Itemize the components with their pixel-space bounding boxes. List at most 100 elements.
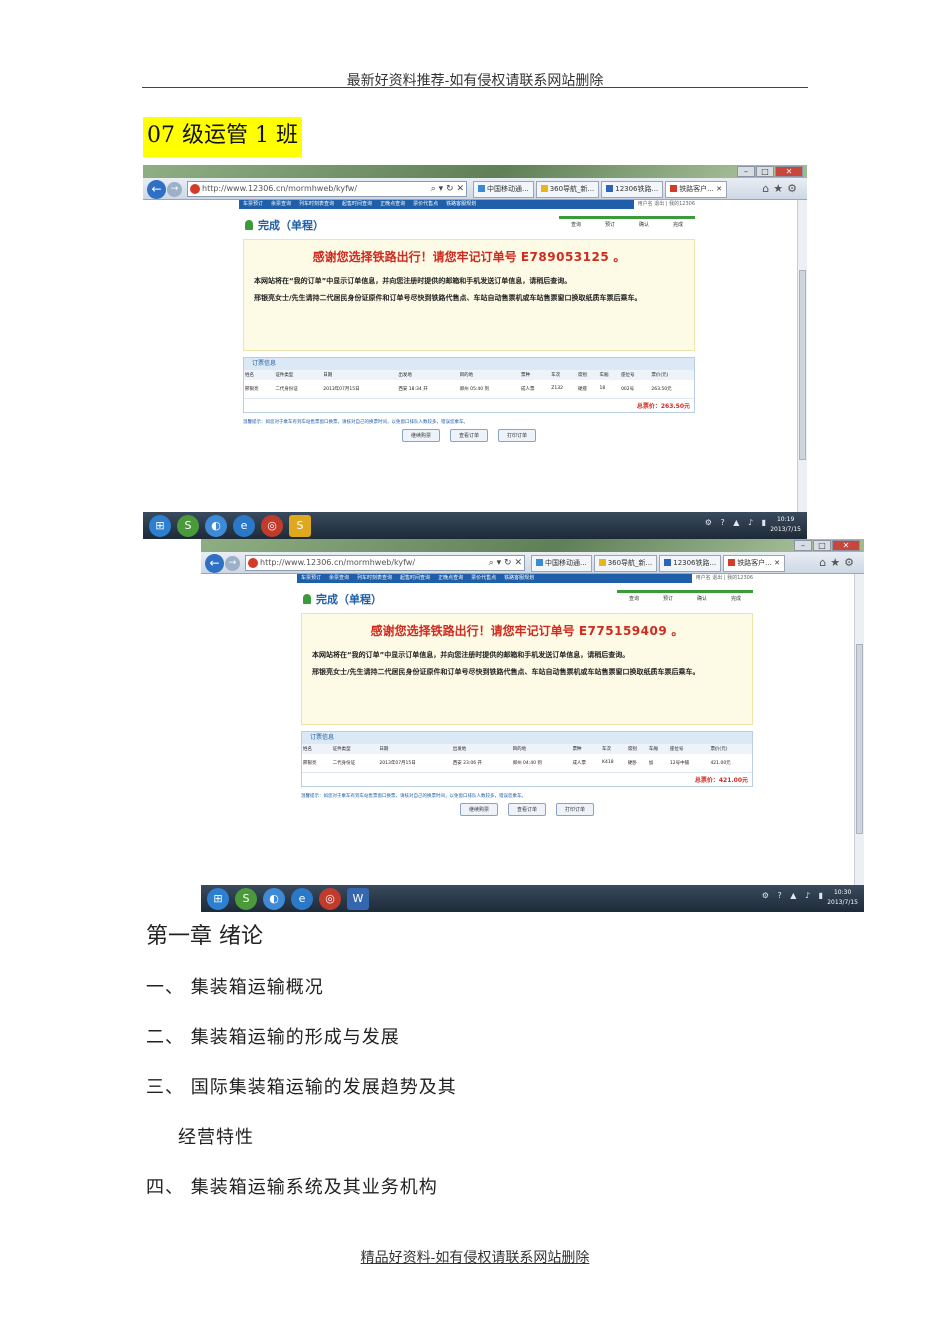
view-order-button[interactable]: 查看订单 <box>449 428 488 442</box>
scroll-thumb[interactable] <box>799 270 806 460</box>
ie-icon[interactable]: e <box>291 887 313 910</box>
close-icon[interactable]: ✕ <box>775 166 803 177</box>
minimize-icon[interactable]: – <box>794 540 812 551</box>
site-nav-item[interactable]: 正晚点查询 <box>434 574 467 583</box>
maximize-icon[interactable]: □ <box>756 166 774 177</box>
progress-steps: 查询 预订 确认 完成 <box>559 216 695 228</box>
action-buttons: 继续购票 查看订单 打印订单 <box>239 428 699 442</box>
scrollbar[interactable] <box>797 200 807 512</box>
tab-3[interactable]: 12306铁路... <box>601 181 664 198</box>
tip-text: 温馨提示：如您对于乘车有到车站售票窗口换票，请核对自己的换票时间，以免窗口排队人… <box>243 419 468 425</box>
app-icon[interactable]: S <box>177 514 199 537</box>
site-nav: 车票预订 余票查询 列车时刻表查询 起售时间查询 正晚点查询 票价代售点 铁路客… <box>297 574 757 583</box>
taskbar: ⊞ S ◐ e ◎ S ⚙ ? ▲ ♪ ▮ 10:19 2013/7/15 <box>143 512 807 539</box>
thanks-message: 感谢您选择铁路出行！请您牢记订单号 E775159409 。 <box>370 624 684 638</box>
site-nav-item[interactable]: 余票查询 <box>325 574 353 583</box>
site-nav-item[interactable]: 铁路客服规划 <box>500 574 538 583</box>
table-row: 邢银亮 二代身份证 2013年07月15日 西安 18:34 开郑州 05:40 到成… <box>244 380 694 399</box>
notice-2: 邢银亮女士/先生请持二代居民身份证原件和订单号尽快到铁路代售点、车站自动售票机或… <box>312 668 700 676</box>
search-refresh-icon[interactable]: ⌕ ▾ ↻ ✕ <box>489 556 522 570</box>
title-bar: – □ ✕ <box>143 165 807 178</box>
scroll-thumb[interactable] <box>856 644 863 834</box>
site-nav-item[interactable]: 票价代售点 <box>409 200 442 209</box>
tab-4-active[interactable]: 铁路客户... ✕ <box>723 555 785 572</box>
view-order-button[interactable]: 查看订单 <box>507 802 546 816</box>
remember-stamp: 牢记 <box>514 624 539 638</box>
app-icon[interactable]: ◐ <box>263 887 285 910</box>
browser-toolbar: ← → http://www.12306.cn/mormhweb/kyfw/ ⌕… <box>143 178 807 200</box>
progress-steps: 查询 预订 确认 完成 <box>617 590 753 602</box>
class-label: 07 级运管 1 班 <box>143 117 302 157</box>
app-icon[interactable]: S <box>289 514 311 537</box>
user-links[interactable]: 用户名 退出 | 我的12306 <box>633 200 699 209</box>
maximize-icon[interactable]: □ <box>813 540 831 551</box>
start-icon[interactable]: ⊞ <box>149 514 171 537</box>
order-info: 订票信息 姓名 证件类型 日期 出发地 目的地 票种 车次 席别 车厢 座位号 票价(元) 邢银亮二… <box>301 731 753 787</box>
ie-icon[interactable]: e <box>233 514 255 537</box>
site-nav-item[interactable]: 车票预订 <box>239 200 267 209</box>
site-nav-item[interactable]: 正晚点查询 <box>376 200 409 209</box>
app-icon[interactable]: S <box>235 887 257 910</box>
site-nav-item[interactable]: 起售时间查询 <box>338 200 376 209</box>
start-icon[interactable]: ⊞ <box>207 887 229 910</box>
order-number: E789053125 <box>520 250 610 264</box>
minimize-icon[interactable]: – <box>737 166 755 177</box>
back-arrow-icon[interactable]: ← <box>147 180 166 199</box>
system-tray-icons[interactable]: ⚙ ? ▲ ♪ ▮ <box>705 518 769 527</box>
address-bar[interactable]: http://www.12306.cn/mormhweb/kyfw/ ⌕ ▾ ↻… <box>245 555 525 571</box>
continue-buy-button[interactable]: 继续购票 <box>459 802 498 816</box>
app-icon[interactable]: ◎ <box>261 514 283 537</box>
forward-arrow-icon[interactable]: → <box>225 556 240 571</box>
tab-1[interactable]: 中国移动通... <box>531 555 592 572</box>
confirmation-box: 感谢您选择铁路出行！请您牢记订单号 E775159409 。 本网站将在“我的订… <box>301 613 753 725</box>
print-order-button[interactable]: 打印订单 <box>556 802 595 816</box>
page-footer: 精品好资料-如有侵权请联系网站删除 <box>360 1250 590 1266</box>
tab-3[interactable]: 12306铁路... <box>659 555 722 572</box>
site-nav-item[interactable]: 列车时刻表查询 <box>353 574 396 583</box>
tab-4-active[interactable]: 铁路客户... ✕ <box>665 181 727 198</box>
forward-arrow-icon[interactable]: → <box>167 182 182 197</box>
site-nav-item[interactable]: 余票查询 <box>267 200 295 209</box>
back-arrow-icon[interactable]: ← <box>205 554 224 573</box>
remember-stamp: 牢记 <box>456 250 481 264</box>
site-nav-item[interactable]: 列车时刻表查询 <box>295 200 338 209</box>
order-info-title: 订票信息 <box>302 732 752 744</box>
user-links[interactable]: 用户名 退出 | 我的12306 <box>691 574 757 583</box>
print-order-button[interactable]: 打印订单 <box>498 428 537 442</box>
tab-2[interactable]: 360导航_新... <box>535 181 600 198</box>
site-nav-item[interactable]: 铁路客服规划 <box>442 200 480 209</box>
address-url: http://www.12306.cn/mormhweb/kyfw/ <box>260 558 416 567</box>
browser-viewport: 车票预订 余票查询 列车时刻表查询 起售时间查询 正晚点查询 票价代售点 铁路客… <box>143 200 797 512</box>
scrollbar[interactable] <box>854 574 864 885</box>
site-nav-item[interactable]: 起售时间查询 <box>396 574 434 583</box>
home-star-gear-icons[interactable]: ⌂★⚙ <box>762 182 801 195</box>
site-favicon-icon <box>190 184 200 194</box>
site-nav-item[interactable]: 车票预订 <box>297 574 325 583</box>
browser-viewport: 车票预订 余票查询 列车时刻表查询 起售时间查询 正晚点查询 票价代售点 铁路客… <box>201 574 854 885</box>
order-info-title: 订票信息 <box>244 358 694 370</box>
close-icon[interactable]: ✕ <box>832 540 860 551</box>
browser-toolbar: ← → http://www.12306.cn/mormhweb/kyfw/ ⌕… <box>201 552 864 574</box>
address-bar[interactable]: http://www.12306.cn/mormhweb/kyfw/ ⌕ ▾ ↻… <box>187 181 467 197</box>
table-row: 邢银亮 二代身份证 2013年07月15日 西安 23:06 开郑州 04:40 到成… <box>302 754 752 773</box>
system-tray-icons[interactable]: ⚙ ? ▲ ♪ ▮ <box>762 891 826 900</box>
home-star-gear-icons[interactable]: ⌂★⚙ <box>819 556 858 569</box>
tab-1[interactable]: 中国移动通... <box>473 181 534 198</box>
search-refresh-icon[interactable]: ⌕ ▾ ↻ ✕ <box>431 182 464 196</box>
tab-strip: 中国移动通... 360导航_新... 12306铁路... 铁路客户... ✕ <box>531 555 785 572</box>
total-price: 总票价：263.50元 <box>636 402 690 410</box>
site-favicon-icon <box>248 558 258 568</box>
user-icon <box>245 220 253 230</box>
notice-1: 本网站将在“我的订单”中显示订单信息，并向您注册时提供的邮箱和手机发送订单信息，… <box>312 651 630 659</box>
order-table: 姓名 证件类型 日期 出发地 目的地 票种 车次 席别 车厢 座位号 票价(元) 邢银亮 二代身份证 2… <box>244 370 694 399</box>
continue-buy-button[interactable]: 继续购票 <box>401 428 440 442</box>
app-icon[interactable]: ◐ <box>205 514 227 537</box>
app-icon[interactable]: ◎ <box>319 887 341 910</box>
tip-text: 温馨提示：如您对于乘车有到车站售票窗口换票，请核对自己的换票时间，以免窗口排队人… <box>301 793 526 799</box>
chapter-title: 第一章 绪论 <box>146 924 263 949</box>
site-nav-item[interactable]: 票价代售点 <box>467 574 500 583</box>
user-icon <box>303 594 311 604</box>
header-rule <box>142 87 808 88</box>
tab-2[interactable]: 360导航_新... <box>593 555 658 572</box>
word-icon[interactable]: W <box>347 887 369 910</box>
